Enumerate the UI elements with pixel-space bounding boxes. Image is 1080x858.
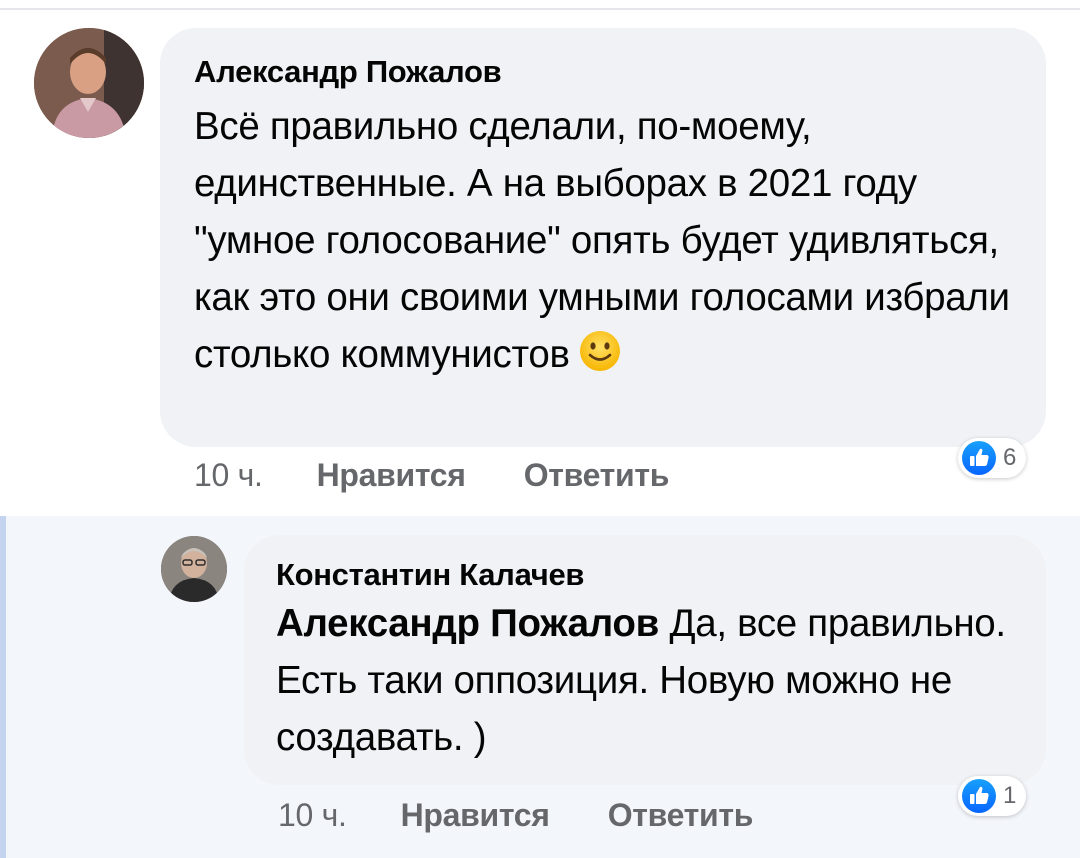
comment-author[interactable]: Александр Пожалов xyxy=(194,54,1014,90)
comment-actions: 10 ч. Нравится Ответить xyxy=(194,457,669,494)
avatar[interactable] xyxy=(161,536,227,602)
comment-bubble: Александр Пожалов Всё правильно сделали,… xyxy=(160,28,1046,447)
reaction-badge[interactable]: 1 xyxy=(958,776,1027,816)
like-icon xyxy=(962,779,996,813)
top-divider xyxy=(0,8,1080,10)
comment-time[interactable]: 10 ч. xyxy=(194,457,263,494)
avatar-image xyxy=(34,28,144,138)
reaction-badge[interactable]: 6 xyxy=(958,438,1027,478)
reaction-count: 6 xyxy=(1003,444,1017,471)
comment-text: Александр Пожалов Да, все правильно. Ест… xyxy=(276,595,1014,766)
like-button[interactable]: Нравится xyxy=(317,457,466,494)
like-button[interactable]: Нравится xyxy=(401,797,550,834)
comment-author[interactable]: Константин Калачев xyxy=(276,557,1014,593)
avatar-image xyxy=(161,536,227,602)
comment-text: Всё правильно сделали, по-моему, единств… xyxy=(194,98,1014,383)
reaction-count: 1 xyxy=(1003,782,1017,809)
comment-time[interactable]: 10 ч. xyxy=(278,797,347,834)
comment-actions: 10 ч. Нравится Ответить xyxy=(278,797,753,834)
like-icon xyxy=(962,441,996,475)
thread-line xyxy=(0,516,6,858)
reply-button[interactable]: Ответить xyxy=(524,457,670,494)
mention-link[interactable]: Александр Пожалов xyxy=(276,602,659,645)
slightly-smiling-face-icon xyxy=(579,331,620,371)
avatar[interactable] xyxy=(34,28,144,138)
comment-bubble: Константин Калачев Александр Пожалов Да,… xyxy=(244,535,1046,785)
reply-button[interactable]: Ответить xyxy=(608,797,754,834)
